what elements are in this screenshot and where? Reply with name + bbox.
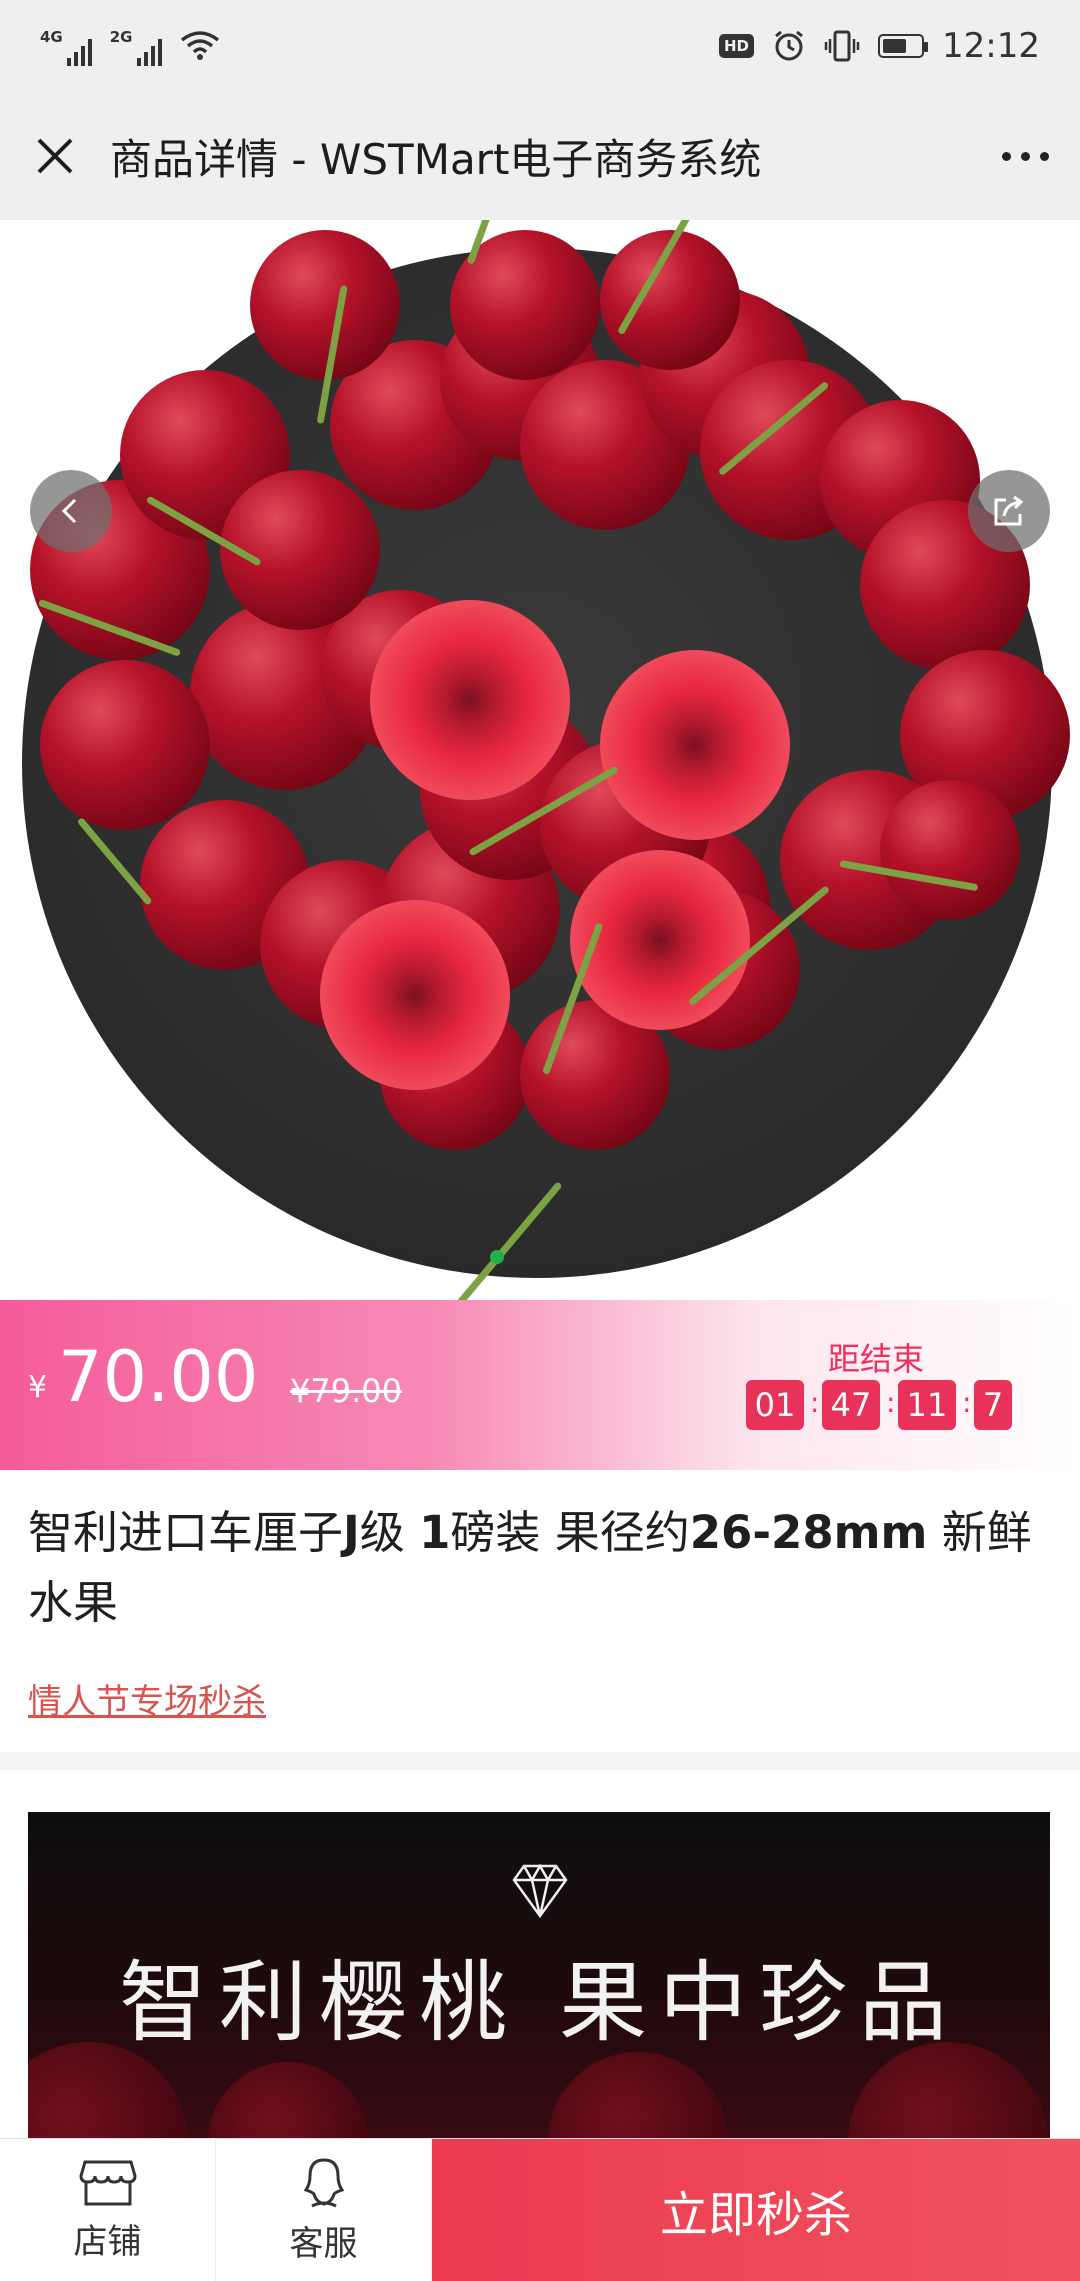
current-price: 70.00 [58, 1336, 259, 1418]
back-button[interactable] [30, 470, 112, 552]
alarm-icon [775, 30, 803, 61]
flash-sale-buy-button[interactable]: 立即秒杀 [432, 2139, 1080, 2281]
service-icon [303, 2157, 344, 2207]
original-price: ¥79.00 [290, 1372, 402, 1410]
signal-4g: 4G [40, 26, 92, 66]
close-icon [37, 138, 73, 174]
price-currency: ¥ [28, 1370, 48, 1405]
service-label: 客服 [289, 2223, 358, 2264]
cherry [880, 780, 1020, 920]
diamond-icon [512, 1863, 568, 1919]
status-bar: 4G 2G HD 12:12 [0, 0, 1080, 92]
page-title: 商品详情 - WSTMart电子商务系统 [110, 134, 762, 184]
product-title: 智利进口车厘子J级 1磅装 果径约26-28mm 新鲜水果 [28, 1506, 1032, 1629]
countdown-hours: 01 [746, 1380, 804, 1430]
cherry [40, 660, 210, 830]
cherry-half [600, 650, 790, 840]
product-detail-section: 智利樱桃 果中珍品 [0, 1770, 1080, 2142]
signal-2g: 2G [110, 26, 162, 66]
shop-icon [78, 2160, 137, 2205]
cherry [250, 230, 400, 380]
more-button[interactable] [970, 151, 1080, 161]
net1-label: 4G [40, 28, 63, 46]
close-button[interactable] [0, 92, 110, 220]
back-icon [61, 498, 77, 524]
net2-label: 2G [109, 28, 133, 46]
share-icon [994, 495, 1024, 526]
countdown-separator: : [962, 1386, 972, 1419]
countdown-label: 距结束 [828, 1340, 925, 1378]
shop-label: 店铺 [73, 2221, 142, 2262]
clock: 12:12 [942, 26, 1040, 66]
detail-banner-text: 智利樱桃 果中珍品 [119, 1951, 959, 2054]
share-button[interactable] [968, 470, 1050, 552]
countdown-tenths: 7 [974, 1380, 1012, 1430]
carousel-dot [490, 1250, 504, 1264]
shop-tab[interactable]: 店铺 [0, 2139, 216, 2281]
status-left: 4G 2G [40, 26, 220, 66]
promo-link[interactable]: 情人节专场秒杀 [28, 1674, 266, 1723]
signal-bars-icon [66, 38, 92, 66]
countdown-separator: : [810, 1386, 820, 1419]
countdown-seconds: 11 [898, 1380, 956, 1430]
product-info: 智利进口车厘子J级 1磅装 果径约26-28mm 新鲜水果 情人节专场秒杀 [0, 1470, 1080, 1752]
signal-bars-icon [136, 38, 162, 66]
countdown-separator: : [886, 1386, 896, 1419]
price-banner: ¥ 70.00 ¥79.00 距结束 01 : 47 : 11 : 7 [0, 1300, 1080, 1470]
cherry-half [320, 900, 510, 1090]
more-icon [1001, 151, 1011, 161]
detail-banner-image: 智利樱桃 果中珍品 [28, 1812, 1050, 2142]
countdown-minutes: 47 [822, 1380, 880, 1430]
vibrate-icon [824, 30, 860, 62]
hd-badge: HD [719, 34, 755, 58]
status-right: HD 12:12 [719, 26, 1040, 66]
service-tab[interactable]: 客服 [216, 2139, 432, 2281]
product-image-carousel[interactable] [0, 220, 1080, 1300]
cherry-half [370, 600, 570, 800]
nav-bar: 商品详情 - WSTMart电子商务系统 [0, 92, 1080, 220]
wifi-icon [180, 31, 219, 60]
battery-icon [878, 34, 929, 58]
bottom-action-bar: 店铺 客服 立即秒杀 [0, 2138, 1080, 2281]
